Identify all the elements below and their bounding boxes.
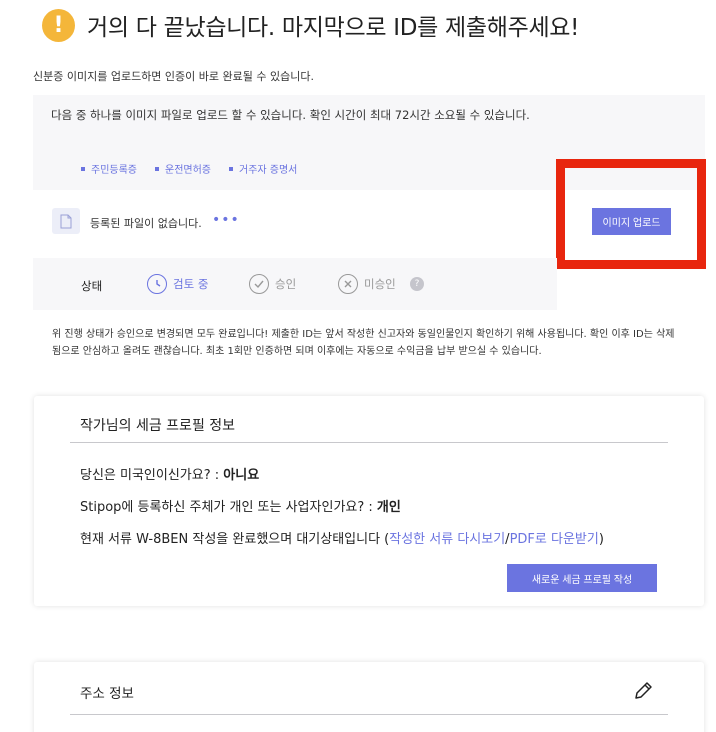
status-step-approved: 승인 — [249, 274, 296, 294]
bullet-icon — [81, 166, 85, 171]
document-type-label: 주민등록증 — [91, 165, 137, 176]
x-icon — [338, 274, 358, 294]
loading-dots: ••• — [212, 212, 240, 228]
divider — [70, 714, 668, 715]
check-icon — [249, 274, 269, 294]
bullet-icon — [155, 166, 159, 171]
question-text: Stipop에 등록하신 주체가 개인 또는 사업자인가요? : — [80, 500, 377, 515]
tax-profile-card: 작가님의 세금 프로필 정보 당신은 미국인이신가요? : 아니요 Stipop… — [34, 396, 704, 606]
answer-text: 개인 — [376, 500, 401, 515]
status-step-rejected: 미승인 — [338, 274, 396, 294]
pencil-icon[interactable] — [632, 680, 654, 702]
document-type-item: 운전면허증 — [155, 161, 211, 176]
form-status-suffix: ) — [598, 532, 604, 547]
answer-text: 아니요 — [223, 468, 260, 483]
document-type-label: 운전면허증 — [165, 165, 211, 176]
divider — [70, 442, 668, 443]
status-step-label: 미승인 — [364, 277, 396, 291]
page-header: ! 거의 다 끝났습니다. 마지막으로 ID를 제출해주세요! — [42, 8, 579, 42]
tax-question-entity: Stipop에 등록하신 주체가 개인 또는 사업자인가요? : 개인 — [80, 496, 401, 515]
new-tax-profile-button[interactable]: 새로운 세금 프로필 작성 — [507, 564, 657, 592]
intro-text: 신분증 이미지를 업로드하면 인증이 바로 완료될 수 있습니다. — [33, 70, 314, 83]
form-status-text: 현재 서류 W-8BEN 작성을 완료했으며 대기상태입니다 ( — [80, 532, 390, 547]
help-icon[interactable]: ? — [410, 277, 424, 291]
file-status-text: 등록된 파일이 없습니다. — [90, 217, 202, 230]
address-card: 주소 정보 — [34, 662, 704, 732]
document-type-label: 거주자 증명서 — [239, 165, 298, 176]
document-type-item: 거주자 증명서 — [229, 161, 297, 176]
tax-form-status: 현재 서류 W-8BEN 작성을 완료했으며 대기상태입니다 (작성한 서류 다… — [80, 528, 604, 547]
status-step-label: 승인 — [275, 277, 297, 291]
tax-profile-title: 작가님의 세금 프로필 정보 — [80, 418, 236, 434]
document-description: 다음 중 하나를 이미지 파일로 업로드 할 수 있습니다. 확인 시간이 최대… — [51, 108, 530, 122]
clock-icon — [147, 274, 167, 294]
page-title: 거의 다 끝났습니다. 마지막으로 ID를 제출해주세요! — [87, 15, 580, 41]
bullet-icon — [229, 166, 233, 171]
status-panel: 상태 검토 중 승인 미승인 ? — [33, 258, 557, 310]
download-pdf-link[interactable]: PDF로 다운받기 — [510, 532, 599, 547]
file-icon — [52, 208, 80, 234]
document-type-item: 주민등록증 — [81, 161, 137, 176]
highlight-box — [556, 159, 706, 269]
status-step-label: 검토 중 — [173, 277, 209, 291]
view-form-link[interactable]: 작성한 서류 다시보기 — [389, 532, 505, 547]
document-type-list: 주민등록증 운전면허증 거주자 증명서 — [81, 161, 297, 176]
notice-text: 위 진행 상태가 승인으로 변경되면 모두 완료입니다! 제출한 ID는 앞서 … — [52, 329, 675, 357]
status-step-review: 검토 중 — [147, 274, 208, 294]
exclamation-icon: ! — [42, 8, 75, 42]
status-label: 상태 — [81, 279, 103, 293]
question-text: 당신은 미국인이신가요? : — [80, 468, 224, 483]
tax-question-us-person: 당신은 미국인이신가요? : 아니요 — [80, 464, 259, 483]
address-title: 주소 정보 — [80, 686, 134, 702]
